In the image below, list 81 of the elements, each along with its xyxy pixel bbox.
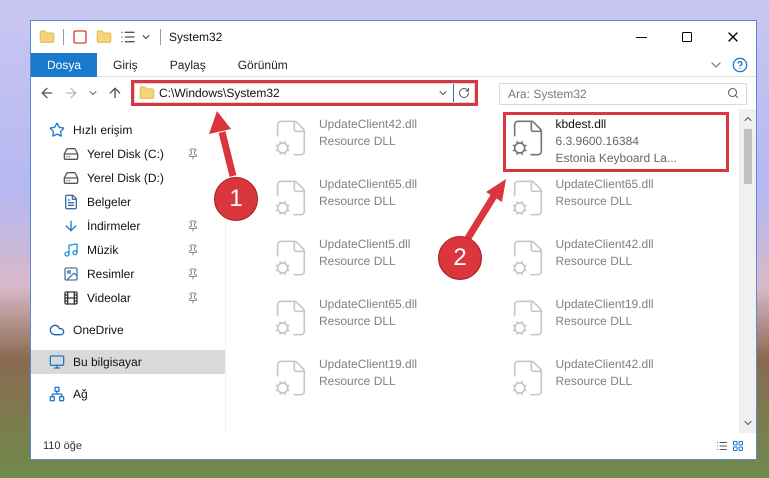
pin-icon[interactable]	[187, 268, 199, 280]
file-description: Resource DLL	[556, 313, 634, 330]
picture-icon	[63, 266, 79, 282]
file-description: Resource DLL	[556, 373, 634, 390]
help-icon[interactable]	[732, 56, 748, 72]
file-item[interactable]: UpdateClient65.dll Resource DLL	[271, 175, 418, 221]
window-title: System32	[169, 29, 222, 46]
file-description: Estonia Keyboard La...	[556, 150, 677, 167]
file-version: 6.3.9600.16384	[556, 133, 640, 150]
file-name: UpdateClient65.dll	[556, 176, 654, 193]
refresh-icon[interactable]	[458, 87, 470, 99]
document-icon	[63, 194, 79, 210]
properties-icon[interactable]	[120, 29, 136, 45]
up-icon[interactable]	[107, 85, 123, 101]
address-bar[interactable]: C:\Windows\System32	[134, 83, 475, 103]
sidebar-item[interactable]: Resimler	[31, 262, 203, 286]
monitor-icon	[49, 354, 65, 370]
pin-icon[interactable]	[187, 244, 199, 256]
tiles-view-icon[interactable]	[732, 440, 744, 452]
file-item[interactable]: UpdateClient5.dll Resource DLL	[271, 235, 410, 281]
pin-icon[interactable]	[187, 148, 199, 160]
sidebar-item[interactable]: Hızlı erişim	[31, 118, 203, 142]
drive-icon	[63, 146, 79, 162]
file-name: UpdateClient42.dll	[556, 236, 654, 253]
file-item[interactable]: UpdateClient19.dll Resource DLL	[271, 355, 418, 401]
file-description: Resource DLL	[319, 313, 397, 330]
scrollbar-thumb[interactable]	[744, 129, 752, 184]
item-count: 110 öğe	[43, 438, 82, 454]
pin-icon[interactable]	[187, 292, 199, 304]
music-note-icon	[63, 242, 79, 258]
search-field[interactable]: Ara: System32	[499, 83, 747, 105]
file-item[interactable]: kbdest.dll 6.3.9600.16384 Estonia Keyboard La...	[508, 115, 677, 167]
pointer-arrow	[465, 179, 506, 240]
sidebar-item[interactable]: Ağ	[31, 382, 203, 406]
file-name: UpdateClient42.dll	[556, 356, 654, 373]
file-name: kbdest.dll	[556, 116, 608, 133]
file-item[interactable]: UpdateClient65.dll Resource DLL	[508, 175, 654, 221]
file-name: UpdateClient65.dll	[319, 176, 418, 193]
minimize-icon	[636, 36, 646, 38]
file-description: Resource DLL	[556, 253, 634, 270]
sidebar-item[interactable]: Bu bilgisayar	[31, 350, 225, 374]
ribbon-tab[interactable]: Dosya	[31, 52, 98, 76]
back-icon[interactable]	[39, 85, 55, 101]
checkbox-icon[interactable]	[72, 29, 88, 45]
pointer-arrow	[209, 111, 236, 177]
sidebar-item[interactable]: İndirmeler	[31, 214, 203, 238]
file-item[interactable]: UpdateClient65.dll Resource DLL	[271, 295, 418, 341]
file-item[interactable]: UpdateClient19.dll Resource DLL	[508, 295, 654, 341]
file-item[interactable]: UpdateClient42.dll Resource DLL	[508, 235, 654, 281]
file-description: Resource DLL	[319, 253, 397, 270]
sidebar-item[interactable]: OneDrive	[31, 318, 203, 342]
file-description: Resource DLL	[319, 133, 397, 150]
star-icon	[49, 122, 65, 138]
sidebar-item[interactable]: Videolar	[31, 286, 203, 310]
search-icon	[727, 87, 739, 99]
sidebar-item[interactable]: Yerel Disk (C:)	[31, 142, 203, 166]
film-icon	[63, 290, 79, 306]
folder-icon	[139, 85, 155, 101]
sidebar-item[interactable]: Müzik	[31, 238, 203, 262]
sidebar-item[interactable]: Belgeler	[31, 190, 203, 214]
ribbon-tab[interactable]: Paylaş	[154, 52, 222, 76]
ribbon-tab[interactable]: Görünüm	[222, 52, 304, 76]
file-item[interactable]: UpdateClient42.dll Resource DLL	[508, 355, 654, 401]
pin-icon[interactable]	[187, 220, 199, 232]
ribbon-tab[interactable]: Giriş	[97, 52, 154, 76]
network-icon	[49, 386, 65, 402]
file-description: Resource DLL	[556, 193, 634, 210]
file-description: Resource DLL	[319, 373, 397, 390]
cloud-icon	[49, 322, 65, 338]
file-name: UpdateClient65.dll	[319, 296, 418, 313]
maximize-icon	[681, 31, 693, 43]
file-item[interactable]: UpdateClient42.dll Resource DLL	[271, 115, 418, 161]
drive-icon	[63, 170, 79, 186]
scrollbar[interactable]	[739, 109, 756, 433]
address-path: C:\Windows\System32	[159, 85, 281, 102]
sidebar-item[interactable]: Yerel Disk (D:)	[31, 166, 203, 190]
file-name: UpdateClient42.dll	[319, 116, 418, 133]
file-name: UpdateClient19.dll	[319, 356, 418, 373]
file-description: Resource DLL	[319, 193, 397, 210]
file-name: UpdateClient19.dll	[556, 296, 654, 313]
file-name: UpdateClient5.dll	[319, 236, 410, 253]
